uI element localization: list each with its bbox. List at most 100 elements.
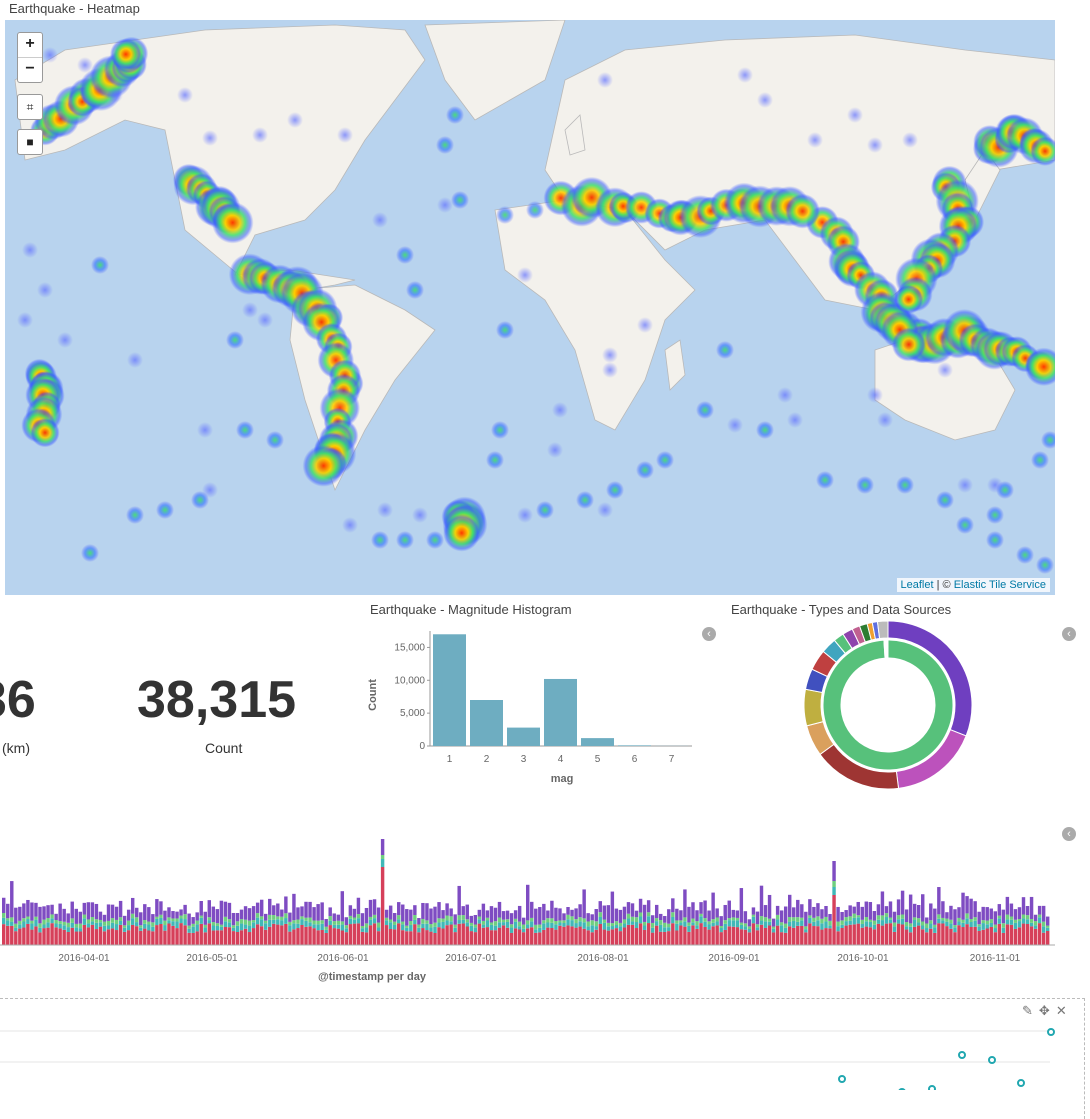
timeline-bar-segment[interactable] [1010,925,1013,945]
timeline-bar-segment[interactable] [421,924,424,928]
timeline-bar-segment[interactable] [449,908,452,916]
timeline-bar-segment[interactable] [292,920,295,923]
timeline-bar-segment[interactable] [457,924,460,945]
timeline-bar-segment[interactable] [744,930,747,945]
timeline-bar-segment[interactable] [324,930,327,933]
timeline-bar-segment[interactable] [490,906,493,922]
timeline-bar-segment[interactable] [514,910,517,919]
timeline-bar-segment[interactable] [586,930,589,945]
timeline-bar-segment[interactable] [554,908,557,921]
timeline-bar-segment[interactable] [603,920,606,923]
timeline-bar-segment[interactable] [312,920,315,924]
timeline-bar-segment[interactable] [711,919,714,923]
timeline-bar-segment[interactable] [530,918,533,921]
histogram-bar[interactable] [581,738,614,746]
timeline-bar-segment[interactable] [719,916,722,926]
timeline-bar-segment[interactable] [808,899,811,915]
timeline-bar-segment[interactable] [393,922,396,925]
timeline-bar-segment[interactable] [788,895,791,917]
timeline-bar-segment[interactable] [538,924,541,927]
timeline-bar-segment[interactable] [413,915,416,920]
timeline-bar-segment[interactable] [312,907,315,920]
timeline-bar-segment[interactable] [506,928,509,945]
timeline-bar-segment[interactable] [776,906,779,915]
timeline-bar-segment[interactable] [256,913,259,918]
timeline-bar-segment[interactable] [292,894,295,920]
timeline-bar-segment[interactable] [639,917,642,924]
timeline-bar-segment[interactable] [627,914,630,919]
timeline-bar-segment[interactable] [973,927,976,945]
timeline-bar-segment[interactable] [288,925,291,931]
timeline-bar-segment[interactable] [466,922,469,926]
timeline-bar-segment[interactable] [300,916,303,919]
timeline-bar-segment[interactable] [220,901,223,925]
timeline-bar-segment[interactable] [103,931,106,945]
timeline-bar-segment[interactable] [526,924,529,928]
timeline-bar-segment[interactable] [736,918,739,920]
timeline-bar-segment[interactable] [127,921,130,925]
timeline-bar-segment[interactable] [619,923,622,926]
timeline-bar-segment[interactable] [413,905,416,915]
timeline-bar-segment[interactable] [417,928,420,932]
timeline-bar-segment[interactable] [699,923,702,945]
timeline-bar-segment[interactable] [627,902,630,914]
timeline-bar-segment[interactable] [679,910,682,920]
timeline-bar-segment[interactable] [893,932,896,945]
timeline-bar-segment[interactable] [409,931,412,945]
timeline-bar-segment[interactable] [445,916,448,921]
timeline-bar-segment[interactable] [26,919,29,924]
timeline-bar-segment[interactable] [659,920,662,925]
timeline-bar-segment[interactable] [586,913,589,921]
timeline-bar-segment[interactable] [748,929,751,932]
timeline-bar-segment[interactable] [873,921,876,925]
timeline-bar-segment[interactable] [232,913,235,925]
timeline-bar-segment[interactable] [26,900,29,917]
timeline-bar-segment[interactable] [852,918,855,924]
timeline-bar-segment[interactable] [1046,931,1049,945]
timeline-bar-segment[interactable] [667,927,670,931]
timeline-bar-segment[interactable] [788,926,791,945]
timeline-bar-segment[interactable] [457,915,460,920]
zoom-control[interactable]: + − [17,32,43,83]
timeline-bar-segment[interactable] [470,923,473,926]
timeline-bar-segment[interactable] [977,912,980,925]
fit-bounds-button[interactable]: ⌗ [17,94,43,120]
timeline-bar-segment[interactable] [264,930,267,945]
timeline-bar-segment[interactable] [312,924,315,928]
timeline-bar-segment[interactable] [534,925,537,929]
timeline-bar-segment[interactable] [707,930,710,945]
timeline-bar-segment[interactable] [252,928,255,945]
timeline-bar-segment[interactable] [724,920,727,924]
timeline-bar-segment[interactable] [998,904,1001,916]
timeline-bar-segment[interactable] [107,925,110,929]
timeline-bar-segment[interactable] [490,922,493,924]
timeline-bar-segment[interactable] [695,910,698,921]
timeline-bar-segment[interactable] [643,905,646,922]
timeline-bar-segment[interactable] [115,907,118,920]
timeline-bar-segment[interactable] [1042,926,1045,932]
timeline-bar-segment[interactable] [244,929,247,945]
timeline-bar-segment[interactable] [925,923,928,928]
timeline-bar-segment[interactable] [401,922,404,925]
timeline-bar-segment[interactable] [433,907,436,923]
timeline-bar-segment[interactable] [195,931,198,945]
timeline-bar-segment[interactable] [679,925,682,945]
timeline-bar-segment[interactable] [478,924,481,945]
timeline-bar-segment[interactable] [240,924,243,931]
timeline-bar-segment[interactable] [87,902,90,919]
timeline-bar-segment[interactable] [183,925,186,945]
timeline-bar-segment[interactable] [385,918,388,921]
timeline-bar-segment[interactable] [603,930,606,945]
timeline-bar-segment[interactable] [595,930,598,945]
timeline-bar-segment[interactable] [615,928,618,945]
timeline-bar-segment[interactable] [79,924,82,929]
timeline-bar-segment[interactable] [304,927,307,945]
timeline-bar-segment[interactable] [470,926,473,931]
timeline-bar-segment[interactable] [804,929,807,932]
timeline-bar-segment[interactable] [397,902,400,915]
timeline-bar-segment[interactable] [590,932,593,945]
timeline-bar-segment[interactable] [1002,923,1005,928]
timeline-bar-segment[interactable] [901,924,904,945]
zoom-out-button[interactable]: − [18,58,42,82]
timeline-bar-segment[interactable] [905,922,908,926]
